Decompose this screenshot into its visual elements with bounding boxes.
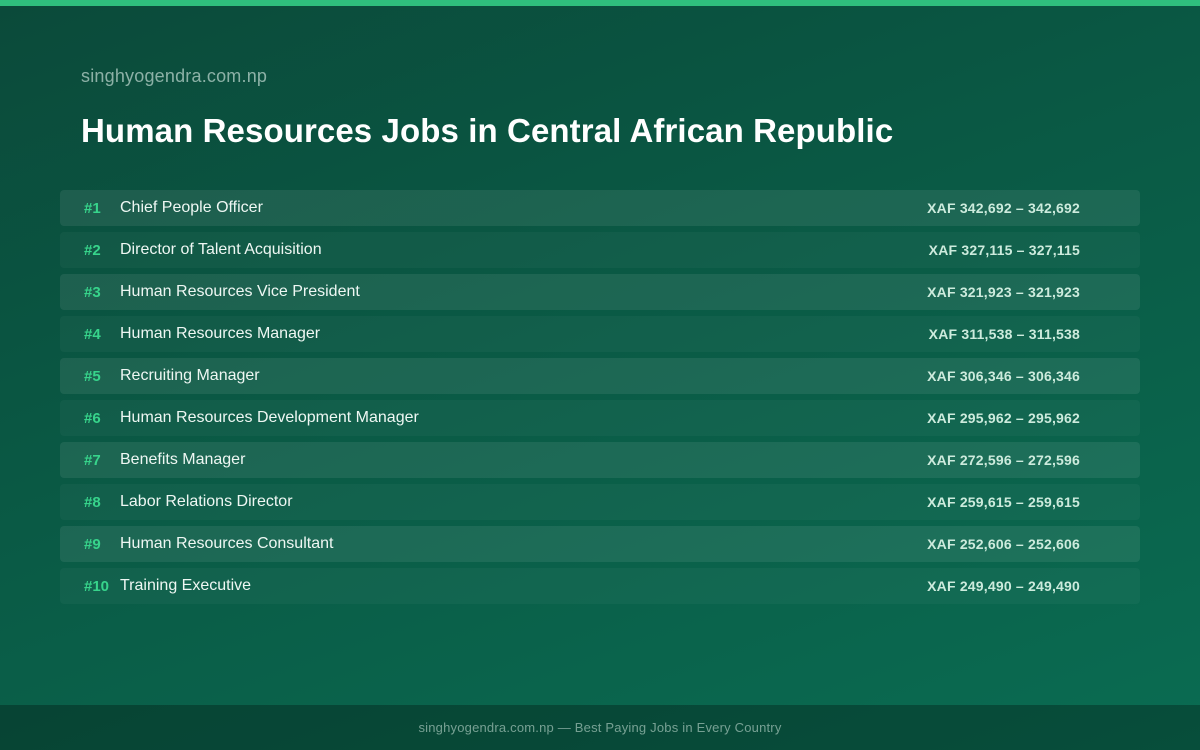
- job-rank: #1: [84, 199, 101, 217]
- job-rank: #5: [84, 367, 101, 385]
- job-rank: #9: [84, 535, 101, 553]
- job-salary: XAF 321,923 – 321,923: [927, 284, 1080, 300]
- job-title: Training Executive: [120, 577, 252, 594]
- job-rank: #4: [84, 325, 101, 343]
- job-row: #9 Human Resources Consultant XAF 252,60…: [60, 526, 1140, 562]
- footer: singhyogendra.com.np — Best Paying Jobs …: [0, 705, 1200, 750]
- job-row: #2 Director of Talent Acquisition XAF 32…: [60, 232, 1140, 268]
- job-salary: XAF 252,606 – 252,606: [927, 536, 1080, 552]
- job-rank: #10: [84, 577, 110, 595]
- job-salary: XAF 272,596 – 272,596: [927, 452, 1080, 468]
- job-salary: XAF 249,490 – 249,490: [927, 578, 1080, 594]
- job-rank: #3: [84, 283, 101, 301]
- job-salary: XAF 311,538 – 311,538: [928, 326, 1080, 342]
- job-rank: #7: [84, 451, 101, 469]
- job-row: #5 Recruiting Manager XAF 306,346 – 306,…: [60, 358, 1140, 394]
- site-name: singhyogendra.com.np: [81, 66, 268, 86]
- job-salary: XAF 342,692 – 342,692: [927, 200, 1080, 216]
- footer-text: singhyogendra.com.np — Best Paying Jobs …: [418, 720, 782, 735]
- main-content: singhyogendra.com.np Human Resources Job…: [0, 0, 1200, 705]
- job-title: Human Resources Vice President: [120, 283, 360, 300]
- job-salary: XAF 306,346 – 306,346: [927, 368, 1080, 384]
- page-title: Human Resources Jobs in Central African …: [81, 112, 894, 149]
- job-row: #10 Training Executive XAF 249,490 – 249…: [60, 568, 1140, 604]
- job-salary: XAF 259,615 – 259,615: [927, 494, 1080, 510]
- job-list: #1 Chief People Officer XAF 342,692 – 34…: [60, 190, 1140, 610]
- job-title: Benefits Manager: [120, 451, 246, 468]
- job-row: #6 Human Resources Development Manager X…: [60, 400, 1140, 436]
- job-salary: XAF 327,115 – 327,115: [928, 242, 1080, 258]
- job-row: #1 Chief People Officer XAF 342,692 – 34…: [60, 190, 1140, 226]
- job-rank: #2: [84, 241, 101, 259]
- job-row: #4 Human Resources Manager XAF 311,538 –…: [60, 316, 1140, 352]
- job-title: Human Resources Development Manager: [120, 409, 419, 426]
- job-title: Human Resources Consultant: [120, 535, 334, 552]
- job-salary: XAF 295,962 – 295,962: [927, 410, 1080, 426]
- job-title: Recruiting Manager: [120, 367, 260, 384]
- job-row: #3 Human Resources Vice President XAF 32…: [60, 274, 1140, 310]
- job-title: Chief People Officer: [120, 199, 263, 216]
- job-title: Director of Talent Acquisition: [120, 241, 322, 258]
- job-rank: #8: [84, 493, 101, 511]
- job-row: #7 Benefits Manager XAF 272,596 – 272,59…: [60, 442, 1140, 478]
- job-title: Labor Relations Director: [120, 493, 293, 510]
- job-rank: #6: [84, 409, 101, 427]
- job-title: Human Resources Manager: [120, 325, 321, 342]
- job-row: #8 Labor Relations Director XAF 259,615 …: [60, 484, 1140, 520]
